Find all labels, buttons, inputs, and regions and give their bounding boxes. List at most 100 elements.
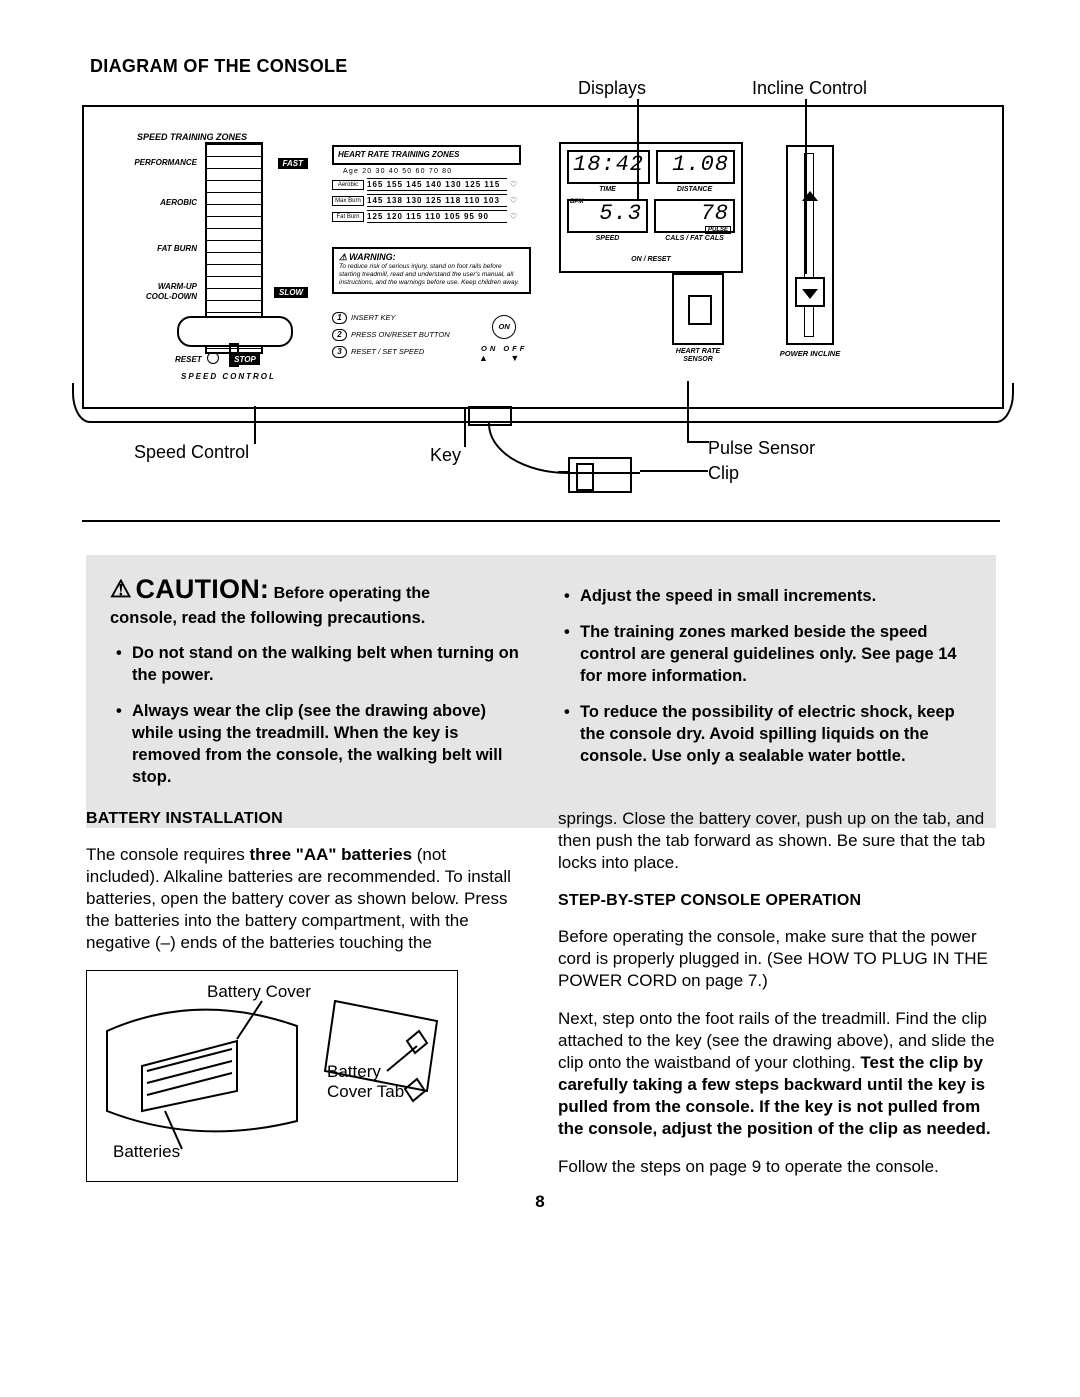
heart-icon: ♡ [510, 180, 517, 189]
caution-word: CAUTION: [136, 574, 270, 604]
callout-clip: Clip [708, 463, 739, 484]
caution-item: Do not stand on the walking belt when tu… [122, 642, 524, 686]
heading-diagram: DIAGRAM OF THE CONSOLE [90, 56, 348, 77]
zone-aerobic: AEROBIC [125, 198, 197, 207]
hrtz-aerobic-values: 165 155 145 140 130 125 115 [367, 178, 507, 191]
battery-text: The console requires [86, 845, 249, 864]
caution-right-col: Adjust the speed in small increments. Th… [558, 577, 972, 802]
display-time: 18:42 [567, 150, 650, 184]
battery-paragraph: The console requires three "AA" batterie… [86, 844, 524, 954]
caution-item: To reduce the possibility of electric sh… [570, 701, 972, 767]
incline-down-arrow-icon[interactable] [802, 289, 818, 307]
heart-rate-sensor: HEART RATE SENSOR [664, 273, 732, 368]
heart-rate-zones: HEART RATE TRAINING ZONES Age 20 30 40 5… [332, 145, 517, 223]
label-bpm: BPM [570, 199, 583, 205]
heart-icon: ♡ [510, 212, 517, 221]
caution-lead-1: Before operating the [274, 585, 430, 602]
hrtz-maxburn-values: 145 138 130 125 118 110 103 [367, 194, 507, 207]
warning-body: To reduce risk of serious injury, stand … [339, 263, 524, 287]
label-time: TIME [567, 186, 648, 193]
step-2-icon: 2 [332, 329, 347, 341]
reset-stop-row: RESET STOP [175, 352, 260, 364]
left-column: BATTERY INSTALLATION The console require… [86, 808, 524, 1194]
incline-up-arrow-icon[interactable] [802, 183, 818, 201]
hrs-label-1: HEART RATE [664, 348, 732, 356]
tag-fast: FAST [278, 158, 308, 169]
label-distance: DISTANCE [654, 186, 735, 193]
lower-columns: BATTERY INSTALLATION The console require… [86, 808, 996, 1194]
caution-item: Adjust the speed in small increments. [570, 585, 972, 607]
display-distance: 1.08 [656, 150, 735, 184]
label-pulse: PULSE [705, 226, 731, 234]
power-incline-label: POWER INCLINE [760, 349, 860, 358]
display-panel: 18:42 1.08 TIME DISTANCE BPM 5.3 78 SPEE… [559, 142, 743, 273]
on-button[interactable]: ON [492, 315, 516, 339]
battery-bold: three "AA" batteries [249, 845, 412, 864]
step-2-text: PRESS ON/RESET BUTTON [351, 330, 450, 339]
callout-speed-control: Speed Control [134, 442, 249, 463]
leader-line [254, 406, 256, 444]
key-and-clip [458, 401, 680, 497]
step-1-icon: 1 [332, 312, 347, 324]
reset-label: RESET [175, 355, 202, 364]
operation-p1: Before operating the console, make sure … [558, 926, 996, 992]
callout-incline-control: Incline Control [752, 78, 867, 99]
label-cals: CALS / FAT CALS [654, 235, 735, 242]
zone-cool-down: COOL-DOWN [125, 292, 197, 301]
hrtz-title: HEART RATE TRAINING ZONES [332, 145, 521, 165]
clip-pin [558, 471, 568, 473]
step-3-text: RESET / SET SPEED [351, 347, 424, 356]
callout-pulse-sensor: Pulse Sensor [708, 438, 815, 459]
page-number: 8 [0, 1192, 1080, 1212]
up-down-arrows-icon[interactable]: ▲ ▼ [479, 353, 529, 363]
caution-item: Always wear the clip (see the drawing ab… [122, 700, 524, 788]
stz-title: SPEED TRAINING ZONES [137, 132, 247, 142]
console-diagram: Displays Incline Control SPEED TRAINING … [82, 75, 1000, 495]
reset-icon [207, 352, 219, 364]
caution-triangle-icon: ⚠ [110, 576, 132, 603]
caution-lead-2: console, read the following precautions. [110, 606, 524, 630]
caution-item: The training zones marked beside the spe… [570, 621, 972, 687]
caution-left-col: ⚠CAUTION: Before operating the console, … [110, 577, 524, 802]
operation-p2: Next, step onto the foot rails of the tr… [558, 1008, 996, 1140]
label-speed: SPEED [567, 235, 648, 242]
battery-continued: springs. Close the battery cover, push u… [558, 808, 996, 874]
console-outline: SPEED TRAINING ZONES PERFORMANCE AEROBIC… [82, 105, 1004, 409]
step-1-text: INSERT KEY [351, 313, 395, 322]
zone-fat-burn: FAT BURN [125, 244, 197, 253]
hrs-pad[interactable] [672, 273, 724, 345]
console-steps: 1 INSERT KEY 2 PRESS ON/RESET BUTTON 3 RESE… [332, 307, 450, 363]
manual-page: DIAGRAM OF THE CONSOLE Displays Incline … [0, 0, 1080, 1397]
warning-triangle-icon: ⚠ [339, 252, 347, 262]
caution-box: ⚠CAUTION: Before operating the console, … [86, 555, 996, 828]
tag-slow: SLOW [274, 287, 308, 298]
heading-battery: BATTERY INSTALLATION [86, 808, 524, 830]
incline-slider-track[interactable] [786, 145, 834, 345]
speed-training-zones: SPEED TRAINING ZONES PERFORMANCE AEROBIC… [125, 132, 332, 382]
speed-control-label: SPEED CONTROL [181, 372, 276, 381]
hrs-label-2: SENSOR [664, 356, 732, 364]
hrtz-fatburn-values: 125 120 115 110 105 95 90 [367, 210, 507, 223]
on-controls: ON ON OFF ▲ ▼ [479, 315, 529, 363]
battery-line-art [87, 971, 457, 1181]
battery-figure: Battery Cover Battery Cover Tab Batterie… [86, 970, 458, 1182]
leader-line [687, 441, 709, 443]
warning-title: WARNING: [349, 252, 396, 262]
label-on-reset: ON / RESET [567, 256, 735, 263]
leader-line [687, 381, 689, 443]
zone-warm-up: WARM-UP [125, 282, 197, 291]
zone-performance: PERFORMANCE [125, 158, 197, 167]
hrtz-maxburn-label: Max Burn [332, 196, 364, 206]
operation-p3: Follow the steps on page 9 to operate th… [558, 1156, 996, 1178]
hrtz-age-row: Age 20 30 40 50 60 70 80 [332, 168, 517, 175]
power-incline: POWER INCLINE [760, 145, 860, 369]
belt-clip[interactable] [568, 457, 632, 493]
heart-icon: ♡ [510, 196, 517, 205]
callout-key: Key [430, 445, 461, 466]
callout-displays: Displays [578, 78, 646, 99]
section-divider [82, 520, 1000, 522]
warning-box: ⚠WARNING: To reduce risk of serious inju… [332, 247, 531, 294]
hrtz-fatburn-label: Fat Burn [332, 212, 364, 222]
step-3-icon: 3 [332, 346, 347, 358]
stop-label[interactable]: STOP [230, 354, 260, 365]
